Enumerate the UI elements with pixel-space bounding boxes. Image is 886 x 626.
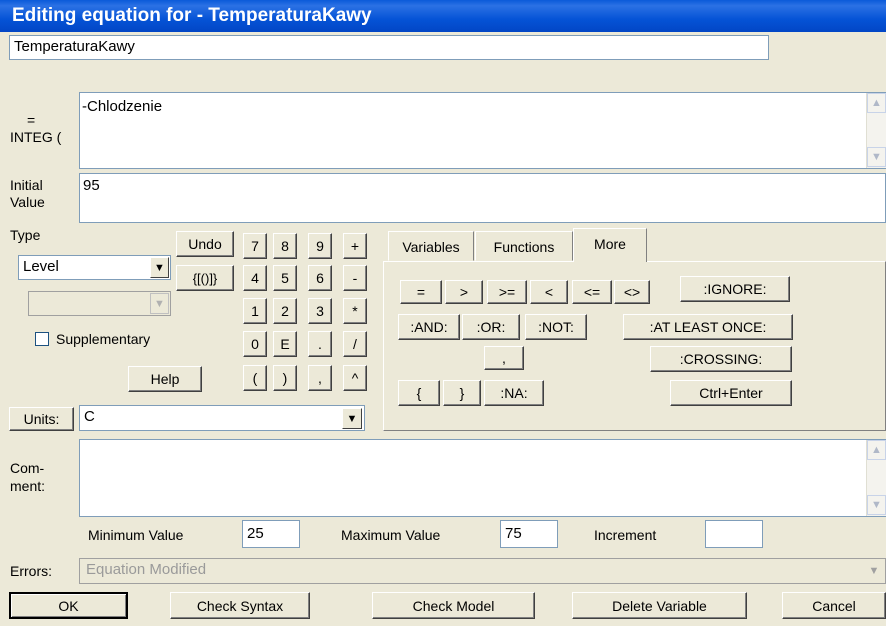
key-multiply[interactable]: * bbox=[343, 298, 367, 324]
type-label: Type bbox=[10, 227, 41, 243]
key-e[interactable]: E bbox=[273, 331, 297, 357]
key-comma[interactable]: , bbox=[308, 365, 332, 391]
not-button[interactable]: :NOT: bbox=[525, 314, 587, 340]
supplementary-checkbox[interactable] bbox=[35, 332, 49, 346]
equation-eq-label: = bbox=[27, 112, 36, 128]
errors-label: Errors: bbox=[10, 563, 52, 579]
na-button[interactable]: :NA: bbox=[484, 380, 544, 406]
key-1[interactable]: 1 bbox=[243, 298, 267, 324]
op-less-button[interactable]: < bbox=[530, 280, 568, 304]
initial-value-text: 95 bbox=[83, 177, 100, 194]
key-9[interactable]: 9 bbox=[308, 233, 332, 259]
units-select[interactable]: C bbox=[79, 405, 365, 431]
variable-name-text: TemperaturaKawy bbox=[14, 38, 135, 55]
type-dropdown-icon[interactable]: ▼ bbox=[150, 257, 169, 278]
at-least-once-button[interactable]: :AT LEAST ONCE: bbox=[623, 314, 793, 340]
equation-textarea[interactable]: -Chlodzenie bbox=[79, 92, 886, 169]
op-not-equal-button[interactable]: <> bbox=[614, 280, 650, 304]
crossing-button[interactable]: :CROSSING: bbox=[650, 346, 792, 372]
ok-button[interactable]: OK bbox=[9, 592, 128, 619]
subtype-dropdown-icon: ▼ bbox=[150, 293, 169, 314]
open-brace-button[interactable]: { bbox=[398, 380, 440, 406]
tab-variables[interactable]: Variables bbox=[388, 231, 474, 261]
errors-field: Equation Modified bbox=[79, 558, 886, 584]
key-power[interactable]: ^ bbox=[343, 365, 367, 391]
units-dropdown-icon[interactable]: ▼ bbox=[342, 408, 362, 429]
maximum-value-text: 75 bbox=[505, 525, 522, 542]
maximum-value-label: Maximum Value bbox=[341, 527, 441, 543]
units-selected-text: C bbox=[84, 408, 95, 425]
supplementary-label: Supplementary bbox=[56, 331, 151, 347]
initial-value-label-2: Value bbox=[10, 194, 45, 210]
equation-scrollbar[interactable]: ▲ ▼ bbox=[866, 93, 886, 168]
and-button[interactable]: :AND: bbox=[398, 314, 460, 340]
op-less-equal-button[interactable]: <= bbox=[572, 280, 612, 304]
errors-dropdown-icon: ▼ bbox=[868, 565, 880, 577]
key-6[interactable]: 6 bbox=[308, 265, 332, 291]
comment-label-2: ment: bbox=[10, 478, 46, 494]
key-7[interactable]: 7 bbox=[243, 233, 267, 259]
initial-value-input[interactable]: 95 bbox=[79, 173, 886, 223]
comment-label-1: Com- bbox=[10, 460, 45, 476]
op-equals-button[interactable]: = bbox=[400, 280, 442, 304]
comment-textarea[interactable] bbox=[79, 439, 886, 517]
key-minus[interactable]: - bbox=[343, 265, 367, 291]
scroll-up-icon[interactable]: ▲ bbox=[867, 440, 886, 460]
scroll-down-icon[interactable]: ▼ bbox=[867, 495, 886, 515]
key-plus[interactable]: + bbox=[343, 233, 367, 259]
brackets-button[interactable]: {[()]} bbox=[176, 265, 234, 291]
ctrl-enter-button[interactable]: Ctrl+Enter bbox=[670, 380, 792, 406]
close-brace-button[interactable]: } bbox=[443, 380, 481, 406]
minimum-value-label: Minimum Value bbox=[88, 527, 184, 543]
scroll-down-icon[interactable]: ▼ bbox=[867, 147, 886, 167]
key-open-paren[interactable]: ( bbox=[243, 365, 267, 391]
check-model-button[interactable]: Check Model bbox=[372, 592, 535, 619]
initial-value-label-1: Initial bbox=[10, 177, 43, 193]
variable-name-input[interactable]: TemperaturaKawy bbox=[9, 35, 769, 60]
key-3[interactable]: 3 bbox=[308, 298, 332, 324]
type-select[interactable]: Level bbox=[18, 255, 171, 280]
tab-functions[interactable]: Functions bbox=[475, 231, 573, 261]
key-5[interactable]: 5 bbox=[273, 265, 297, 291]
ignore-button[interactable]: :IGNORE: bbox=[680, 276, 790, 302]
increment-label: Increment bbox=[594, 527, 657, 543]
key-4[interactable]: 4 bbox=[243, 265, 267, 291]
key-divide[interactable]: / bbox=[343, 331, 367, 357]
cancel-button[interactable]: Cancel bbox=[782, 592, 886, 619]
title-bar: Editing equation for - TemperaturaKawy bbox=[0, 0, 886, 32]
help-button[interactable]: Help bbox=[128, 366, 202, 392]
tab-more[interactable]: More bbox=[573, 228, 647, 262]
undo-button[interactable]: Undo bbox=[176, 231, 234, 257]
key-0[interactable]: 0 bbox=[243, 331, 267, 357]
comment-scrollbar[interactable]: ▲ ▼ bbox=[866, 440, 886, 516]
delete-variable-button[interactable]: Delete Variable bbox=[572, 592, 747, 619]
errors-text: Equation Modified bbox=[86, 561, 207, 578]
equation-integ-label: INTEG ( bbox=[10, 129, 62, 145]
equation-text: -Chlodzenie bbox=[82, 98, 163, 115]
check-syntax-button[interactable]: Check Syntax bbox=[170, 592, 310, 619]
window-title: Editing equation for - TemperaturaKawy bbox=[12, 5, 372, 26]
scroll-up-icon[interactable]: ▲ bbox=[867, 93, 886, 113]
type-selected-text: Level bbox=[23, 258, 59, 275]
increment-input[interactable] bbox=[705, 520, 763, 548]
key-2[interactable]: 2 bbox=[273, 298, 297, 324]
units-button[interactable]: Units: bbox=[9, 407, 74, 431]
key-close-paren[interactable]: ) bbox=[273, 365, 297, 391]
comma-button[interactable]: , bbox=[484, 346, 524, 370]
minimum-value-text: 25 bbox=[247, 525, 264, 542]
op-greater-button[interactable]: > bbox=[445, 280, 483, 304]
op-greater-equal-button[interactable]: >= bbox=[487, 280, 527, 304]
key-dot[interactable]: . bbox=[308, 331, 332, 357]
maximum-value-input[interactable]: 75 bbox=[500, 520, 558, 548]
minimum-value-input[interactable]: 25 bbox=[242, 520, 300, 548]
or-button[interactable]: :OR: bbox=[462, 314, 520, 340]
key-8[interactable]: 8 bbox=[273, 233, 297, 259]
